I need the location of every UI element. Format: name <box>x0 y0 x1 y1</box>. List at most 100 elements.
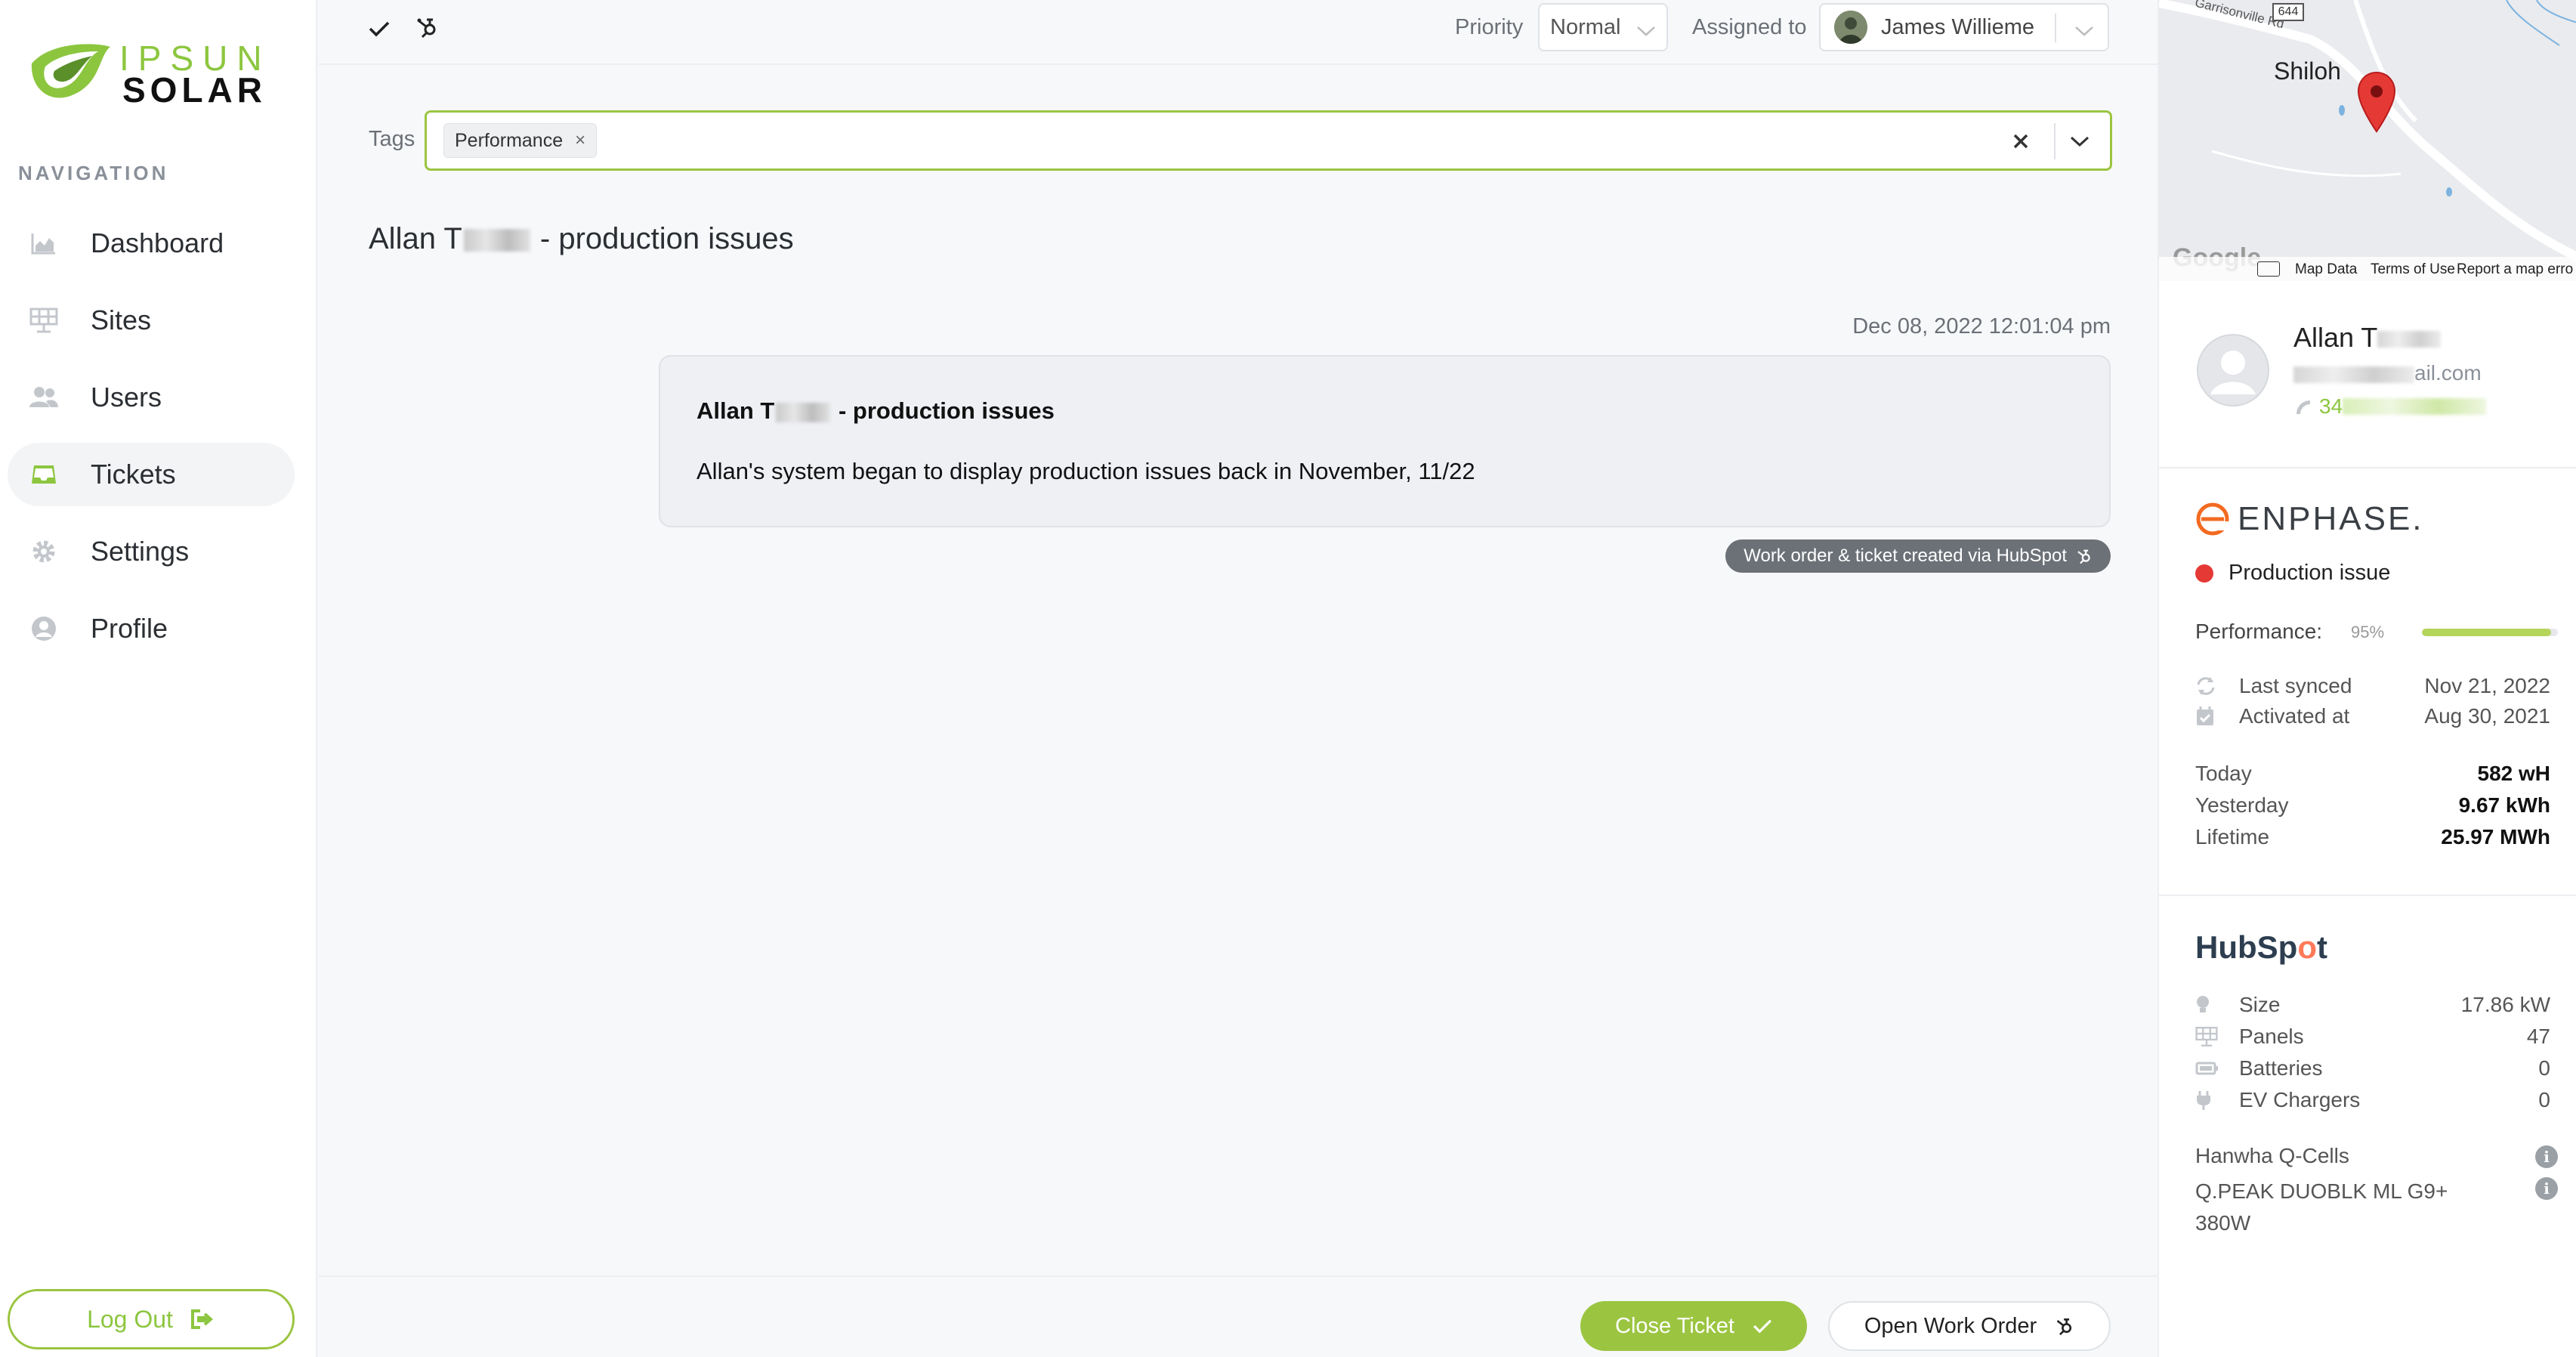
contact-email[interactable]: ail.com <box>2293 361 2482 385</box>
contact-avatar <box>2197 334 2269 406</box>
performance-row: Performance: 95% <box>2195 620 2558 644</box>
chart-icon <box>27 227 60 260</box>
logout-button[interactable]: Log Out <box>8 1289 295 1349</box>
terms-link[interactable]: Terms of Use <box>2371 261 2455 278</box>
priority-label: Priority <box>1455 15 1524 39</box>
tags-label: Tags <box>369 127 415 151</box>
hubspot-logo-a: HubSp <box>2195 929 2298 965</box>
contact-phone[interactable]: 34 <box>2293 394 2487 419</box>
message-card: Allan T - production issues Allan's syst… <box>659 355 2111 527</box>
assignee-select[interactable]: James Willieme <box>1819 3 2109 51</box>
sidebar-item-label: Tickets <box>91 459 176 490</box>
ipsun-solar-logo[interactable]: IPSUN SOLAR <box>29 36 278 110</box>
panels-value: 47 <box>2526 1025 2550 1048</box>
ticket-title-suffix: - production issues <box>539 222 794 255</box>
assignee-avatar <box>1834 11 1867 44</box>
site-map[interactable]: Garrisonville Rd 644 Shiloh Google Map D… <box>2159 0 2576 281</box>
assigned-to-label: Assigned to <box>1692 15 1807 39</box>
size-row: Size 17.86 kW <box>2195 993 2550 1017</box>
sidebar-item-label: Settings <box>91 536 190 567</box>
chevron-down-icon <box>1636 18 1656 43</box>
redacted-name <box>463 229 530 252</box>
calendar-check-icon <box>2195 706 2218 727</box>
sidebar-item-dashboard[interactable]: Dashboard <box>8 212 295 275</box>
ticket-footer: Close Ticket Open Work Order <box>319 1275 2157 1357</box>
contact-phone-prefix: 34 <box>2319 394 2343 418</box>
check-icon[interactable] <box>364 14 394 44</box>
enphase-logo: ENPHASE. <box>2195 500 2424 538</box>
performance-bar-fill <box>2422 629 2551 636</box>
priority-select[interactable]: Normal <box>1538 3 1668 51</box>
close-ticket-button[interactable]: Close Ticket <box>1580 1301 1807 1351</box>
sidebar-item-tickets[interactable]: Tickets <box>8 443 295 506</box>
tags-input[interactable]: Performance × <box>425 110 2112 171</box>
today-label: Today <box>2195 762 2252 785</box>
sidebar-item-label: Profile <box>91 613 168 644</box>
report-map-error-link[interactable]: Report a map erro <box>2457 261 2573 278</box>
hubspot-logo-o: o <box>2297 929 2317 965</box>
ev-chargers-row: EV Chargers 0 <box>2195 1088 2550 1112</box>
redacted-phone <box>2343 398 2487 415</box>
contact-email-suffix: ail.com <box>2414 361 2482 385</box>
message-body: Allan's system began to display producti… <box>697 458 1475 484</box>
solar-panel-icon <box>27 304 60 337</box>
leaf-logo-icon <box>31 44 110 98</box>
sidebar-item-sites[interactable]: Sites <box>8 289 295 352</box>
map-roads <box>2159 0 2576 281</box>
hubspot-source-badge: Work order & ticket created via HubSpot <box>1725 539 2111 573</box>
info-icon[interactable]: i <box>2535 1177 2558 1200</box>
map-attribution-bar: Map Data Terms of Use Report a map erro <box>2159 257 2576 281</box>
battery-icon <box>2195 1061 2218 1076</box>
system-status: Production issue <box>2195 561 2390 586</box>
keyboard-icon[interactable] <box>2257 261 2280 277</box>
sidebar-item-label: Sites <box>91 304 152 335</box>
activated-label: Activated at <box>2239 704 2350 728</box>
batteries-label: Batteries <box>2239 1056 2323 1080</box>
site-details-panel: Garrisonville Rd 644 Shiloh Google Map D… <box>2157 0 2576 1357</box>
sidebar-item-profile[interactable]: Profile <box>8 597 295 660</box>
priority-value: Normal <box>1550 14 1621 39</box>
sidebar-item-settings[interactable]: Settings <box>8 520 295 583</box>
enphase-wordmark: ENPHASE. <box>2238 500 2424 537</box>
inbox-icon <box>27 458 60 491</box>
size-label: Size <box>2239 993 2281 1016</box>
yesterday-row: Yesterday 9.67 kWh <box>2195 793 2550 818</box>
panel-model: Q.PEAK DUOBLK ML G9+ 380W i <box>2195 1176 2558 1239</box>
phone-icon <box>2293 397 2312 416</box>
hubspot-sprocket-icon[interactable] <box>412 12 443 42</box>
nav-heading: NAVIGATION <box>18 162 169 184</box>
hubspot-section: HubSpot Size 17.86 kW Panels 47 Batterie… <box>2159 896 2576 1349</box>
map-data-link[interactable]: Map Data <box>2295 261 2357 278</box>
lightbulb-icon <box>2195 994 2218 1015</box>
message-subject-suffix: - production issues <box>838 397 1055 424</box>
performance-label: Performance: <box>2195 620 2323 643</box>
select-divider <box>2054 123 2056 159</box>
map-town-label: Shiloh <box>2274 57 2341 85</box>
status-dot <box>2195 564 2213 583</box>
info-icon[interactable]: i <box>2535 1145 2558 1168</box>
user-circle-icon <box>27 612 60 645</box>
chevron-down-icon[interactable] <box>2065 126 2095 156</box>
performance-percent: 95% <box>2351 623 2385 641</box>
model-label: Q.PEAK DUOBLK ML G9+ 380W <box>2195 1179 2448 1235</box>
ticket-title-prefix: Allan T <box>369 222 462 255</box>
batteries-row: Batteries 0 <box>2195 1056 2550 1080</box>
panel-manufacturer: Hanwha Q-Cells i <box>2195 1144 2558 1168</box>
clear-icon[interactable] <box>2006 126 2036 156</box>
nav-list: Dashboard Sites Users Tickets Settings P… <box>8 212 295 674</box>
manufacturer-label: Hanwha Q-Cells <box>2195 1144 2349 1167</box>
hubspot-logo-b: t <box>2316 929 2327 965</box>
panels-label: Panels <box>2239 1025 2304 1048</box>
message-subject-prefix: Allan T <box>697 397 775 424</box>
location-pin-icon[interactable] <box>2357 71 2396 137</box>
ev-chargers-value: 0 <box>2538 1088 2550 1111</box>
remove-tag-icon[interactable]: × <box>575 130 585 151</box>
sync-icon <box>2195 675 2218 697</box>
sidebar-item-users[interactable]: Users <box>8 366 295 429</box>
open-work-order-button[interactable]: Open Work Order <box>1828 1301 2111 1351</box>
route-shield: 644 <box>2272 3 2304 21</box>
contact-name: Allan T <box>2293 322 2442 354</box>
tag-chip: Performance × <box>443 123 598 158</box>
tag-label: Performance <box>455 129 564 151</box>
source-badge-label: Work order & ticket created via HubSpot <box>1744 546 2067 566</box>
